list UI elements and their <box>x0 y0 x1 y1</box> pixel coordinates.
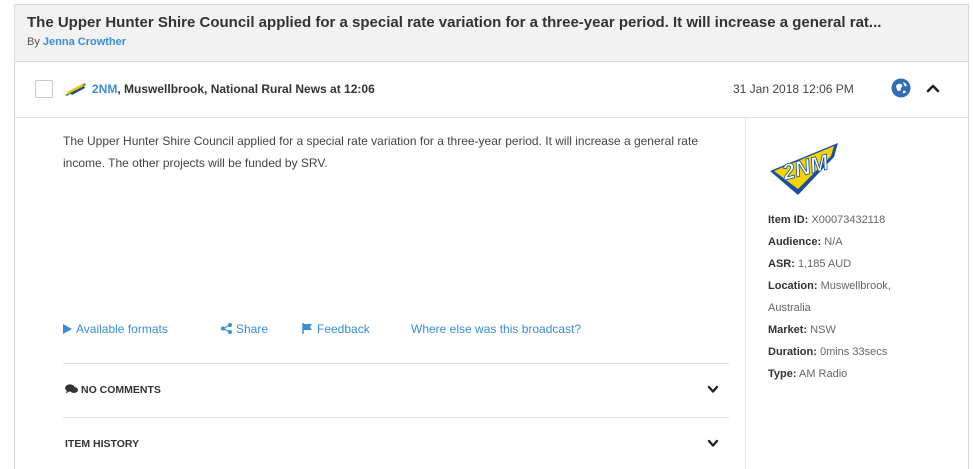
globe-icon[interactable] <box>891 78 911 98</box>
source-detail: , Muswellbrook, National Rural News at 1… <box>117 82 375 96</box>
where-else-link[interactable]: Where else was this broadcast? <box>411 322 581 336</box>
byline: By Jenna Crowther <box>27 36 126 48</box>
item-timestamp: 31 Jan 2018 12:06 PM <box>733 82 854 96</box>
byline-prefix: By <box>27 36 40 48</box>
flag-icon <box>302 323 312 334</box>
station-logo: 2NM <box>770 143 838 195</box>
select-checkbox[interactable] <box>35 80 53 98</box>
item-summary: The Upper Hunter Shire Council applied f… <box>63 134 698 170</box>
available-formats-link[interactable]: Available formats <box>63 322 168 336</box>
metadata-list: Item ID: X00073432118 Audience: N/A ASR:… <box>768 209 963 385</box>
feedback-link[interactable]: Feedback <box>302 322 370 336</box>
comments-label: NO COMMENTS <box>65 384 161 396</box>
item-source: 2NM, Muswellbrook, National Rural News a… <box>92 82 375 96</box>
comments-text: NO COMMENTS <box>81 384 161 396</box>
play-icon <box>63 324 72 334</box>
location-row-continued: Australia <box>768 302 811 314</box>
item-history-section[interactable]: ITEM HISTORY <box>63 417 729 469</box>
item-history-label: ITEM HISTORY <box>65 438 140 450</box>
item-header: The Upper Hunter Shire Council applied f… <box>15 5 968 62</box>
chevron-down-icon[interactable] <box>707 385 719 394</box>
item-title[interactable]: The Upper Hunter Shire Council applied f… <box>27 14 958 31</box>
share-label: Share <box>236 322 269 336</box>
chevron-down-icon[interactable] <box>707 439 719 448</box>
station-link[interactable]: 2NM <box>92 82 117 96</box>
audience-row: Audience: N/A <box>768 236 843 248</box>
comments-section[interactable]: NO COMMENTS <box>63 363 729 417</box>
market-row: Market: NSW <box>768 324 836 336</box>
item-content: The Upper Hunter Shire Council applied f… <box>15 118 745 469</box>
feedback-label: Feedback <box>317 322 370 336</box>
media-item-card: The Upper Hunter Shire Council applied f… <box>14 4 969 469</box>
duration-row: Duration: 0mins 33secs <box>768 346 888 358</box>
share-icon <box>221 323 232 334</box>
radio-source-icon <box>65 83 86 96</box>
item-id-row: Item ID: X00073432118 <box>768 214 886 226</box>
chevron-up-icon[interactable] <box>926 83 940 93</box>
type-row: Type: AM Radio <box>768 368 848 380</box>
item-metadata-panel: 2NM Item ID: X00073432118 Audience: N/A … <box>756 118 970 469</box>
item-bar: 2NM, Muswellbrook, National Rural News a… <box>15 62 968 118</box>
share-link[interactable]: Share <box>221 322 268 336</box>
location-row: Location: Muswellbrook, <box>768 280 891 292</box>
column-divider <box>745 118 746 469</box>
comments-icon <box>65 384 78 394</box>
asr-row: ASR: 1,185 AUD <box>768 258 852 270</box>
logo-text: 2NM <box>779 149 832 185</box>
available-formats-label: Available formats <box>76 322 168 336</box>
author-link[interactable]: Jenna Crowther <box>43 36 126 48</box>
